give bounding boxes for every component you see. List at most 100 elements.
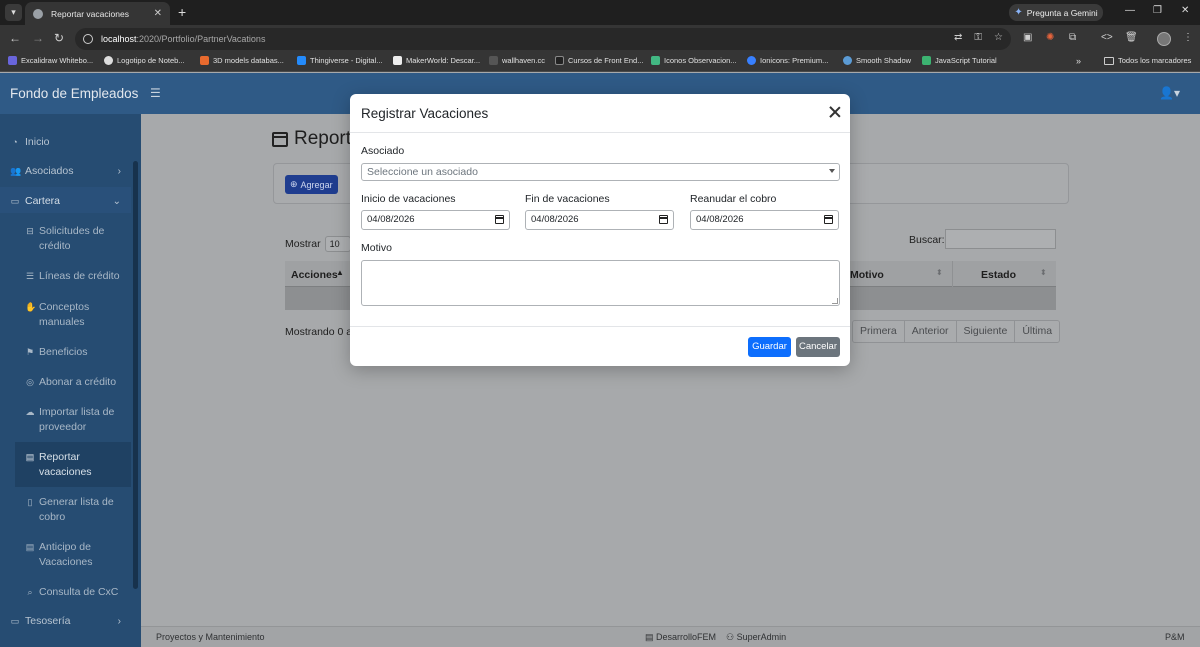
column-header-motivo[interactable]: Motivo (850, 269, 884, 281)
hamburger-menu-icon[interactable]: ☰ (150, 86, 161, 100)
sidebar-item-conceptos[interactable]: ✋ Conceptos manuales (0, 300, 131, 330)
asociado-placeholder: Seleccione un asociado (367, 166, 478, 178)
bookmark-favicon-icon (747, 56, 756, 65)
devtools-code-icon[interactable]: <> (1101, 32, 1113, 43)
inicio-date-input[interactable]: 04/08/2026 (361, 210, 510, 230)
tab-search-chevron-icon[interactable]: ▾ (5, 4, 22, 21)
sidebar-item-importar[interactable]: ☁ Importar lista de proveedor (0, 405, 131, 435)
page-title: Report (272, 128, 351, 150)
asociado-label: Asociado (361, 145, 405, 157)
document-icon: ▯ (27, 497, 33, 507)
sidebar-item-beneficios[interactable]: ⚑ Beneficios (0, 345, 131, 360)
profile-avatar[interactable] (1157, 32, 1171, 46)
user-menu-icon[interactable]: 👤▾ (1159, 86, 1180, 100)
chevron-right-icon: › (117, 166, 121, 177)
sidebar-item-consulta[interactable]: ⌕ Consulta de CxC (0, 585, 131, 600)
sidebar-item-tesoreria[interactable]: ▭ Tesosería › (0, 614, 131, 629)
sidebar-item-cartera[interactable]: ▭ Cartera ⌄ (0, 194, 131, 209)
calendar-picker-icon[interactable] (495, 215, 504, 224)
fin-date-input[interactable]: 04/08/2026 (525, 210, 674, 230)
inicio-label: Inicio de vacaciones (361, 193, 456, 205)
bookmark-item[interactable]: Thingiverse - Digital... (297, 56, 383, 65)
pager-next[interactable]: Siguiente (956, 321, 1016, 342)
window-restore-icon[interactable]: ❐ (1153, 5, 1162, 16)
reload-icon[interactable]: ↻ (54, 31, 64, 45)
tab-close-icon[interactable]: ✕ (154, 8, 162, 19)
gemini-button[interactable]: ✦ Pregunta a Gemini (1009, 4, 1103, 21)
gemini-spark-icon: ✦ (1014, 7, 1023, 18)
credit-request-icon: ⊟ (26, 226, 34, 236)
window-minimize-icon[interactable]: — (1125, 5, 1135, 16)
pager-last[interactable]: Última (1015, 321, 1060, 342)
column-header-estado[interactable]: Estado (981, 269, 1016, 281)
site-info-icon[interactable] (83, 34, 93, 44)
search-input[interactable] (945, 229, 1056, 249)
sidebar-item-abonar[interactable]: ◎ Abonar a crédito (0, 375, 131, 390)
bookmark-item[interactable]: Excalidraw Whitebo... (8, 56, 93, 65)
cancel-button[interactable]: Cancelar (796, 337, 840, 357)
calendar-icon: ▤ (25, 452, 35, 462)
calendar-picker-icon[interactable] (824, 215, 833, 224)
motivo-label: Motivo (361, 242, 392, 254)
gemini-button-label: Pregunta a Gemini (1026, 7, 1098, 18)
motivo-textarea[interactable] (361, 260, 840, 306)
bookmark-item[interactable]: Iconos Observacion... (651, 56, 737, 65)
bookmarks-overflow-chevron-icon[interactable]: » (1076, 56, 1081, 66)
extensions-puzzle-icon[interactable]: ⧉ (1069, 32, 1076, 43)
password-key-icon[interactable]: ⚿ (974, 32, 982, 43)
bookmarks-bar: Excalidraw Whitebo... Logotipo de Noteb.… (0, 53, 1200, 72)
new-tab-plus-icon[interactable]: + (178, 4, 186, 20)
sidebar-item-asociados[interactable]: 👥 Asociados › (0, 164, 131, 179)
translate-icon[interactable]: ⇄ (954, 32, 962, 43)
browser-toolbar: ← → ↻ localhost:2020/Portfolio/PartnerVa… (0, 25, 1200, 53)
browser-menu-icon[interactable]: ⋮ (1183, 32, 1193, 43)
bookmark-item[interactable]: MakerWorld: Descar... (393, 56, 480, 65)
page-length-select[interactable]: 10 (324, 236, 351, 252)
close-icon[interactable] (826, 103, 844, 121)
address-bar[interactable]: localhost:2020/Portfolio/PartnerVacation… (75, 28, 1011, 50)
table-info: Mostrando 0 a (285, 326, 353, 338)
resize-handle-icon[interactable] (832, 298, 838, 304)
footer-database: ▤ DesarrolloFEM (645, 632, 717, 642)
browser-tab-active[interactable]: Reportar vacaciones ✕ (25, 2, 170, 25)
bookmark-star-icon[interactable]: ☆ (994, 32, 1003, 43)
forward-arrow-icon[interactable]: → (32, 31, 44, 45)
trash-icon[interactable]: 🗑 (1125, 32, 1138, 43)
bookmark-item[interactable]: Smooth Shadow (843, 56, 911, 65)
bookmark-favicon-icon (393, 56, 402, 65)
bookmark-item[interactable]: Ionicons: Premium... (747, 56, 828, 65)
register-vacation-modal: Registrar Vacaciones Asociado Seleccione… (350, 94, 850, 366)
sidebar-item-reportar-vacaciones[interactable]: ▤ Reportar vacaciones (0, 450, 131, 480)
wallet-icon: ▭ (10, 196, 20, 206)
back-arrow-icon[interactable]: ← (9, 31, 21, 45)
app-brand[interactable]: Fondo de Empleados (10, 86, 138, 101)
pager-first[interactable]: Primera (853, 321, 905, 342)
bookmark-item[interactable]: JavaScript Tutorial (922, 56, 997, 65)
bookmark-item[interactable]: Cursos de Front End... (555, 56, 643, 65)
column-header-acciones[interactable]: Acciones (291, 269, 338, 281)
save-button[interactable]: Guardar (748, 337, 791, 357)
sidebar: ◔ Inicio 👥 Asociados › ▭ Cartera ⌄ ⊟ Sol… (0, 114, 141, 647)
extension-translate-icon[interactable]: ▣ (1023, 32, 1032, 43)
asociado-select[interactable]: Seleccione un asociado (361, 163, 840, 181)
sidebar-scrollbar[interactable] (133, 161, 138, 589)
sidebar-item-anticipo[interactable]: ▤ Anticipo de Vacaciones (0, 540, 131, 570)
calendar-picker-icon[interactable] (659, 215, 668, 224)
bookmark-item[interactable]: Logotipo de Noteb... (104, 56, 185, 65)
sidebar-item-lineas-credito[interactable]: ☰ Líneas de crédito (0, 269, 131, 284)
users-icon: 👥 (10, 166, 22, 176)
search-label: Buscar: (909, 234, 945, 246)
add-button[interactable]: ⊕ Agregar (285, 175, 338, 194)
bookmark-item[interactable]: wallhaven.cc (489, 56, 545, 65)
sidebar-item-generar-lista[interactable]: ▯ Generar lista de cobro (0, 495, 131, 525)
bookmark-item[interactable]: 3D models databas... (200, 56, 284, 65)
bookmark-favicon-icon (843, 56, 852, 65)
hand-icon: ✋ (25, 302, 37, 312)
reanudar-date-input[interactable]: 04/08/2026 (690, 210, 839, 230)
window-close-icon[interactable]: ✕ (1181, 5, 1189, 16)
extension-sparkle-icon[interactable]: ✺ (1046, 32, 1054, 43)
all-bookmarks-folder[interactable]: Todos los marcadores (1104, 56, 1191, 65)
sidebar-item-inicio[interactable]: ◔ Inicio (0, 135, 131, 150)
sidebar-item-solicitudes[interactable]: ⊟ Solicitudes de crédito (0, 224, 131, 254)
pager-previous[interactable]: Anterior (904, 321, 957, 342)
